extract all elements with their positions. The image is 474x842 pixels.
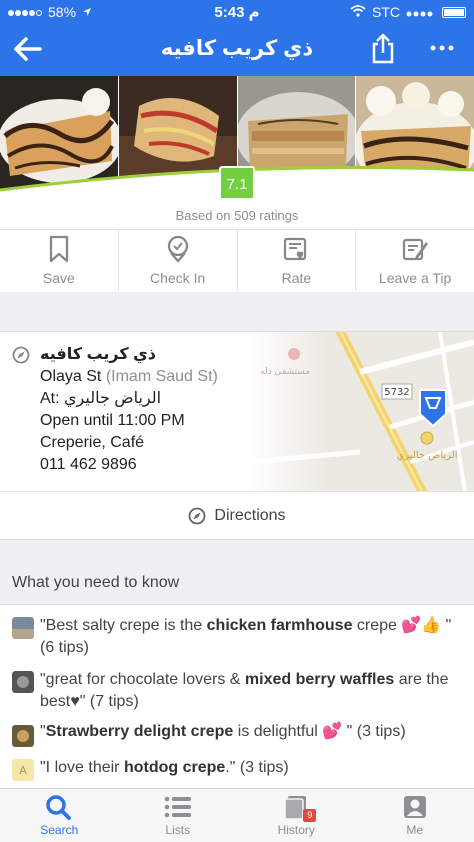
action-bar: Save Check In Rate Leave a Tip bbox=[0, 229, 474, 291]
rate-button[interactable]: Rate bbox=[238, 230, 357, 291]
rate-label: Rate bbox=[281, 270, 312, 286]
save-button[interactable]: Save bbox=[0, 230, 119, 291]
nav-title: ذي كريب كافيه bbox=[160, 37, 314, 60]
tip-highlight: chicken farmhouse bbox=[206, 617, 353, 634]
compass-icon bbox=[189, 507, 206, 525]
tip-highlight: Strawberry delight crepe bbox=[45, 723, 234, 740]
carrier-name: STC bbox=[372, 4, 400, 20]
venue-score-badge[interactable]: 7.1 bbox=[219, 166, 255, 200]
tab-history[interactable]: 9 History bbox=[237, 789, 356, 842]
rate-heart-icon bbox=[284, 237, 307, 261]
tab-lists-label: Lists bbox=[165, 823, 191, 837]
tip-highlight: mixed berry waffles bbox=[244, 671, 395, 688]
bookmark-icon bbox=[49, 235, 69, 263]
directions-label: Directions bbox=[214, 507, 286, 524]
tab-bar: Search Lists 9 History Me bbox=[0, 788, 474, 842]
tab-search[interactable]: Search bbox=[0, 789, 119, 842]
map-road-number: 5732 bbox=[384, 387, 409, 398]
status-bar: 58% 5:43 م STC bbox=[0, 0, 474, 24]
tip-text: "Best salty crepe is the bbox=[40, 617, 207, 634]
tab-me[interactable]: Me bbox=[356, 789, 474, 842]
compass-icon bbox=[12, 346, 30, 369]
tip-text: "great for chocolate lovers & bbox=[40, 671, 245, 688]
check-in-label: Check In bbox=[150, 270, 206, 286]
tab-me-label: Me bbox=[406, 823, 424, 837]
ratings-count: Based on 509 ratings bbox=[175, 208, 299, 223]
tips-list: "Best salty crepe is the chicken farmhou… bbox=[0, 604, 474, 788]
leave-tip-button[interactable]: Leave a Tip bbox=[356, 230, 474, 291]
tip-avatar bbox=[12, 725, 34, 747]
map-venue-label: الرياض جاليري bbox=[396, 450, 457, 461]
venue-hours: Open until 11:00 PM bbox=[40, 412, 185, 429]
tip-avatar: A bbox=[12, 759, 34, 781]
more-icon bbox=[430, 45, 454, 51]
check-in-pin-icon bbox=[167, 235, 188, 263]
tip-text: ." (3 tips) bbox=[225, 759, 289, 776]
back-arrow-icon bbox=[14, 37, 42, 61]
tip-text: is delightful 💕 " (3 tips) bbox=[233, 723, 406, 740]
tab-history-label: History bbox=[277, 823, 315, 837]
venue-name: ذي كريب كافيه bbox=[40, 346, 156, 363]
history-badge: 9 bbox=[303, 809, 317, 822]
venue-info-card: مستشفى دله 5732 الرياض جاليري ذي كريب كا… bbox=[0, 331, 474, 491]
save-label: Save bbox=[42, 270, 75, 286]
search-icon bbox=[46, 795, 72, 820]
share-icon bbox=[372, 33, 394, 64]
nav-bar: ذي كريب كافيه bbox=[0, 24, 474, 76]
profile-icon bbox=[403, 796, 426, 818]
venue-map[interactable]: مستشفى دله 5732 الرياض جاليري bbox=[250, 332, 474, 491]
battery-icon bbox=[442, 6, 466, 18]
tip-avatar bbox=[12, 671, 34, 693]
venue-street: Olaya St bbox=[40, 368, 102, 385]
venue-categories: Creperie, Café bbox=[40, 434, 145, 451]
venue-cross-street: (Imam Saud St) bbox=[105, 368, 218, 385]
tip-highlight: hotdog crepe bbox=[123, 759, 226, 776]
top-bar: 58% 5:43 م STC ذي كريب كافيه bbox=[0, 0, 474, 76]
tab-lists[interactable]: Lists bbox=[119, 789, 238, 842]
wifi-icon bbox=[350, 4, 366, 20]
svg-text:A: A bbox=[19, 764, 27, 777]
more-options-button[interactable] bbox=[426, 36, 458, 60]
venue-at: At: الرياض جاليري bbox=[40, 390, 162, 407]
tab-search-label: Search bbox=[40, 823, 79, 837]
share-button[interactable] bbox=[368, 32, 398, 66]
venue-phone[interactable]: 011 462 9896 bbox=[40, 454, 270, 476]
venue-address: Olaya St (Imam Saud St) bbox=[40, 366, 270, 388]
dots-signal-icon bbox=[406, 4, 436, 20]
venue-details: ذي كريب كافيه Olaya St (Imam Saud St) At… bbox=[40, 344, 270, 476]
back-button[interactable] bbox=[12, 34, 44, 64]
check-in-button[interactable]: Check In bbox=[119, 230, 238, 291]
leave-tip-icon bbox=[403, 238, 429, 261]
section-title: What you need to know bbox=[12, 574, 180, 591]
leave-tip-label: Leave a Tip bbox=[378, 270, 452, 286]
tip-text: "I love their bbox=[40, 759, 124, 776]
directions-button[interactable]: Directions bbox=[0, 491, 474, 540]
tip-avatar bbox=[12, 617, 34, 639]
lists-icon bbox=[164, 796, 191, 818]
